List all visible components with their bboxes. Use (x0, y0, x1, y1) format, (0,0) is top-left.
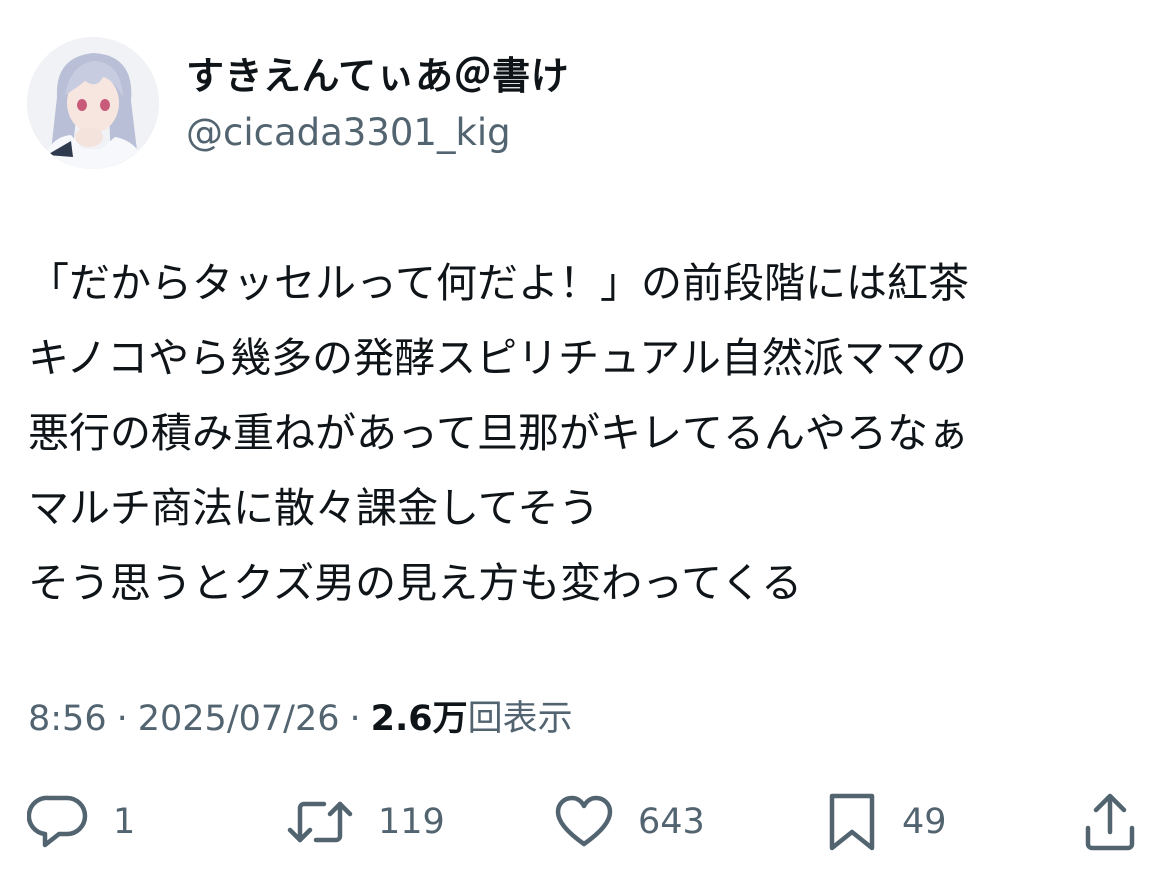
avatar-image (27, 37, 159, 169)
views-count[interactable]: 2.6万 (371, 699, 468, 739)
retweet-button[interactable]: 119 (286, 790, 445, 854)
tweet-text: 「だからタッセルって何だよ！」の前段階には紅茶 キノコやら幾多の発酵スピリチュア… (28, 246, 1153, 621)
tweet-text-line: そう思うとクズ男の見え方も変わってくる (28, 559, 803, 607)
tweet-text-line: キノコやら幾多の発酵スピリチュアル自然派ママの (28, 334, 967, 382)
tweet-card: すきえんてぃあ＠書け @cicada3301_kig 「だからタッセルって何だよ… (0, 0, 1170, 869)
tweet-meta: 8:56 · 2025/07/26 · 2.6万回表示 (28, 695, 573, 743)
heart-icon (555, 795, 613, 847)
meta-separator: · (116, 699, 128, 739)
bookmark-button[interactable]: 49 (826, 790, 947, 854)
share-icon (1085, 793, 1135, 851)
retweet-icon (287, 801, 353, 843)
action-bar: 1 119 643 49 (0, 790, 1170, 860)
like-count: 643 (638, 802, 705, 842)
like-button[interactable]: 643 (554, 790, 705, 854)
tweet-text-line: マルチ商法に散々課金してそう (28, 484, 600, 532)
views-label: 回表示 (467, 699, 573, 739)
share-button[interactable] (1082, 790, 1138, 854)
reply-button[interactable]: 1 (27, 790, 135, 854)
tweet-date[interactable]: 2025/07/26 (138, 699, 340, 739)
display-name[interactable]: すきえんてぃあ＠書け (186, 52, 569, 100)
user-handle[interactable]: @cicada3301_kig (186, 110, 511, 156)
reply-icon (27, 795, 88, 848)
reply-count: 1 (113, 802, 136, 842)
avatar[interactable] (27, 37, 159, 169)
tweet-text-line: 「だからタッセルって何だよ！」の前段階には紅茶 (28, 259, 969, 307)
tweet-text-line: 悪行の積み重ねがあって旦那がキレてるんやろなぁ (28, 409, 969, 457)
meta-separator: · (349, 699, 361, 739)
bookmark-count: 49 (902, 802, 947, 842)
retweet-count: 119 (378, 802, 445, 842)
bookmark-icon (829, 793, 875, 851)
tweet-time[interactable]: 8:56 (28, 699, 107, 739)
